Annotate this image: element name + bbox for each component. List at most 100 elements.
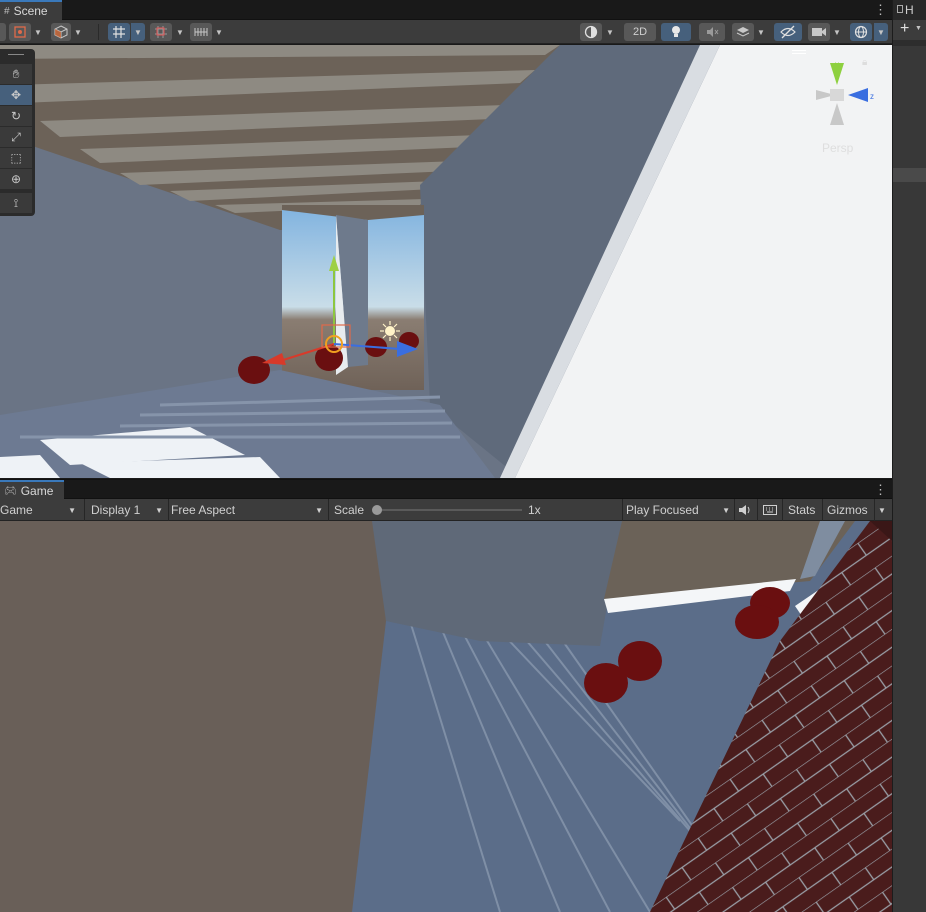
- view-select[interactable]: Game ▼: [0, 499, 82, 521]
- grid-visibility-button[interactable]: [190, 23, 212, 41]
- hamburger-icon[interactable]: [792, 50, 806, 58]
- hierarchy-tab-label: H: [905, 3, 914, 17]
- palette-handle[interactable]: [8, 54, 24, 55]
- shortcuts-button[interactable]: [762, 499, 778, 521]
- chevron-down-icon: ▼: [68, 505, 76, 515]
- incremental-snap-button[interactable]: [150, 23, 172, 41]
- scale-tool-button[interactable]: ⤢: [0, 127, 32, 147]
- game-render: [0, 521, 892, 912]
- hierarchy-divider: [893, 40, 926, 46]
- toolbar-divider: [168, 499, 169, 521]
- toolbar-handle: [0, 23, 6, 41]
- stats-label: Stats: [788, 503, 816, 517]
- svg-text:y: y: [835, 60, 839, 69]
- scene-render: [0, 45, 892, 478]
- transform-tool-button[interactable]: ⊕: [0, 169, 32, 189]
- scale-slider-thumb[interactable]: [372, 505, 382, 515]
- add-button[interactable]: +: [900, 20, 909, 38]
- scale-value: 1x: [528, 503, 541, 517]
- speaker-icon: [739, 505, 750, 515]
- orientation-icon: [14, 26, 26, 38]
- scale-slider-track[interactable]: [376, 509, 522, 511]
- chevron-down-icon[interactable]: ▼: [71, 23, 85, 41]
- hand-icon: ✋︎: [12, 66, 20, 81]
- globe-icon: [854, 25, 868, 39]
- orientation-gizmo[interactable]: y z: [808, 55, 882, 131]
- grid-icon: #: [4, 5, 10, 17]
- tools-palette: ✋︎ ✥ ↻ ⤢ ⬚ ⊕ ⟟: [0, 49, 35, 216]
- chevron-down-icon[interactable]: ▼: [131, 23, 145, 41]
- toolbar-divider: [98, 24, 99, 40]
- svg-text:z: z: [870, 92, 874, 101]
- rect-icon: ⬚: [10, 151, 22, 165]
- game-toolbar: Game ▼ Display 1 ▼ Free Aspect ▼ Scale 1…: [0, 499, 892, 521]
- toolbar-divider: [328, 499, 329, 521]
- scene-menu-icon[interactable]: ⋮: [874, 3, 887, 16]
- hand-tool-button[interactable]: ✋︎: [0, 64, 32, 84]
- chevron-down-icon: ▼: [155, 505, 163, 515]
- chevron-down-icon[interactable]: ▼: [603, 23, 617, 41]
- hierarchy-panel: H + ▼: [892, 0, 926, 912]
- toolbar-divider: [757, 499, 758, 521]
- rotate-icon: ↻: [10, 109, 22, 123]
- chevron-down-icon[interactable]: ▼: [173, 23, 187, 41]
- gizmos-button[interactable]: Gizmos: [827, 499, 868, 521]
- toggle-2d-button[interactable]: 2D: [624, 23, 656, 41]
- custom-tool-icon: ⟟: [13, 195, 19, 210]
- game-viewport[interactable]: [0, 521, 892, 912]
- hierarchy-row[interactable]: [893, 168, 926, 182]
- eye-hidden-icon: [780, 25, 796, 39]
- grid-snap-icon: [113, 26, 125, 38]
- toolbar-divider: [734, 499, 735, 521]
- mute-audio-button[interactable]: [738, 499, 752, 521]
- tab-game[interactable]: 🎮︎ Game: [0, 480, 64, 500]
- toolbar-divider: [874, 499, 875, 521]
- cube-icon: [54, 25, 68, 39]
- display-select-label: Display 1: [91, 503, 141, 517]
- move-tool-button[interactable]: ✥: [0, 85, 32, 105]
- chevron-down-icon[interactable]: ▼: [874, 23, 888, 41]
- rotate-tool-button[interactable]: ↻: [0, 106, 32, 126]
- play-mode-select[interactable]: Play Focused ▼: [626, 499, 734, 521]
- game-tab-label: Game: [20, 484, 54, 498]
- stats-button[interactable]: Stats: [788, 499, 815, 521]
- scene-tab-bar: # Scene ⋮: [0, 0, 892, 20]
- toggle-2d-label: 2D: [632, 26, 648, 38]
- tab-scene[interactable]: # Scene: [0, 0, 62, 20]
- gamepad-icon: 🎮︎: [4, 485, 17, 497]
- rect-tool-button[interactable]: ⬚: [0, 148, 32, 168]
- sphere-icon: [584, 25, 598, 39]
- chevron-down-icon: ▼: [315, 505, 323, 515]
- gizmos-toggle-button[interactable]: [850, 23, 872, 41]
- chevron-down-icon[interactable]: ▼: [212, 23, 226, 41]
- effects-button[interactable]: [732, 23, 754, 41]
- game-menu-icon[interactable]: ⋮: [874, 483, 887, 496]
- snap-icon: [155, 26, 167, 38]
- chevron-down-icon[interactable]: ▼: [915, 25, 922, 32]
- scene-toolbar: ▼ ▼ ▼ ▼ ▼ ▼ 2D ▼ ▼ ▼: [0, 20, 892, 44]
- scene-visibility-button[interactable]: [774, 23, 802, 41]
- chevron-down-icon[interactable]: ▼: [754, 23, 768, 41]
- audio-toggle-button[interactable]: [699, 23, 725, 41]
- display-select[interactable]: Display 1 ▼: [91, 499, 167, 521]
- hierarchy-tab[interactable]: H: [893, 0, 926, 20]
- unity-editor: # Scene ⋮ ▼ ▼ ▼ ▼ ▼ ▼ 2D ▼ ▼ ▼ 🔒︎ y z Pe…: [0, 0, 926, 912]
- aspect-select[interactable]: Free Aspect ▼: [171, 499, 327, 521]
- snap-grid-button[interactable]: [108, 23, 130, 41]
- gizmos-label: Gizmos: [827, 503, 868, 517]
- chevron-down-icon: ▼: [722, 505, 730, 515]
- gizmo-toggle-button[interactable]: [9, 23, 31, 41]
- draw-mode-button[interactable]: [51, 23, 71, 41]
- chevron-down-icon[interactable]: ▼: [878, 499, 886, 521]
- projection-label[interactable]: Persp: [822, 141, 853, 155]
- play-mode-label: Play Focused: [626, 503, 699, 517]
- custom-tool-button[interactable]: ⟟: [0, 193, 32, 213]
- camera-settings-button[interactable]: [808, 23, 830, 41]
- scene-viewport[interactable]: 🔒︎ y z Persp: [0, 45, 892, 478]
- lightbulb-icon: [672, 26, 680, 37]
- transform-icon: ⊕: [10, 172, 22, 186]
- shading-mode-button[interactable]: [580, 23, 602, 41]
- chevron-down-icon[interactable]: ▼: [830, 23, 844, 41]
- lighting-toggle-button[interactable]: [661, 23, 691, 41]
- chevron-down-icon[interactable]: ▼: [31, 23, 45, 41]
